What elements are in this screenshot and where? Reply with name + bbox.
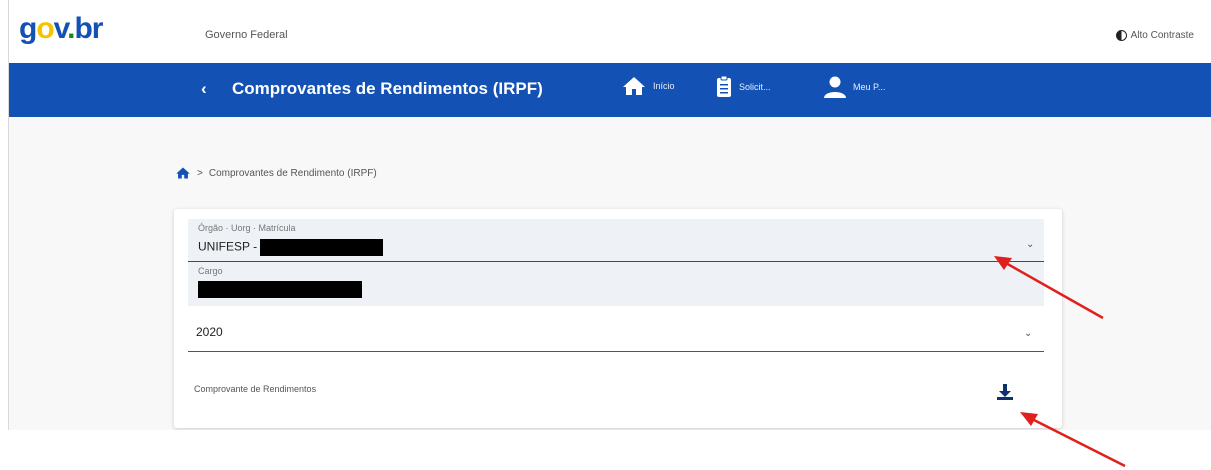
nav-item-solicitacoes-label: Solicit...	[739, 82, 771, 92]
govbr-logo[interactable]: gov.br	[19, 12, 103, 46]
chevron-down-icon: ⌄	[1026, 239, 1035, 250]
orgao-field-label: Órgão · Uorg · Matrícula	[198, 223, 296, 233]
clipboard-icon	[717, 75, 731, 97]
governo-federal-link[interactable]: Governo Federal	[205, 29, 288, 41]
gov-header: gov.br Governo Federal Alto Contraste	[9, 0, 1211, 63]
year-value: 2020	[196, 325, 223, 339]
income-statement-card: Órgão · Uorg · Matrícula UNIFESP - ⌄ Car…	[174, 209, 1062, 428]
cargo-field-label: Cargo	[198, 266, 223, 276]
orgao-uorg-matricula-select[interactable]: Órgão · Uorg · Matrícula UNIFESP - ⌄	[188, 219, 1044, 262]
breadcrumb-separator: >	[197, 167, 203, 179]
nav-item-meu-perfil[interactable]: Meu P...	[823, 75, 885, 99]
nav-item-meu-perfil-label: Meu P...	[853, 82, 886, 92]
document-label: Comprovante de Rendimentos	[194, 384, 317, 394]
redacted-block	[260, 239, 384, 256]
download-icon[interactable]	[996, 383, 1014, 401]
orgao-field-value-text: UNIFESP -	[198, 239, 258, 254]
breadcrumb-current: Comprovantes de Rendimento (IRPF)	[208, 167, 377, 179]
nav-item-inicio-label: Início	[653, 81, 675, 91]
cargo-field: Cargo	[188, 262, 1044, 306]
page-title: Comprovantes de Rendimentos (IRPF)	[232, 79, 543, 98]
chevron-down-icon: ⌄	[1024, 328, 1033, 339]
nav-item-solicitacoes[interactable]: Solicit...	[715, 75, 771, 99]
breadcrumb: > Comprovantes de Rendimento (IRPF)	[175, 166, 377, 180]
high-contrast-toggle[interactable]: Alto Contraste	[1115, 30, 1194, 41]
high-contrast-label: Alto Contraste	[1130, 30, 1194, 41]
nav-item-inicio[interactable]: Início	[621, 75, 675, 97]
orgao-field-value: UNIFESP -	[198, 239, 384, 256]
home-icon	[623, 77, 645, 95]
document-row: Comprovante de Rendimentos	[188, 369, 1044, 409]
breadcrumb-home-icon[interactable]	[175, 166, 191, 180]
year-select[interactable]: 2020 ⌄	[188, 315, 1044, 352]
user-icon	[824, 76, 846, 98]
browser-viewport: gov.br Governo Federal Alto Contraste ‹ …	[8, 0, 1211, 430]
app-navbar: ‹ Comprovantes de Rendimentos (IRPF) Iní…	[9, 63, 1211, 117]
contrast-icon	[1115, 30, 1127, 41]
redacted-block	[198, 281, 362, 298]
back-chevron-icon[interactable]: ‹	[201, 79, 207, 99]
